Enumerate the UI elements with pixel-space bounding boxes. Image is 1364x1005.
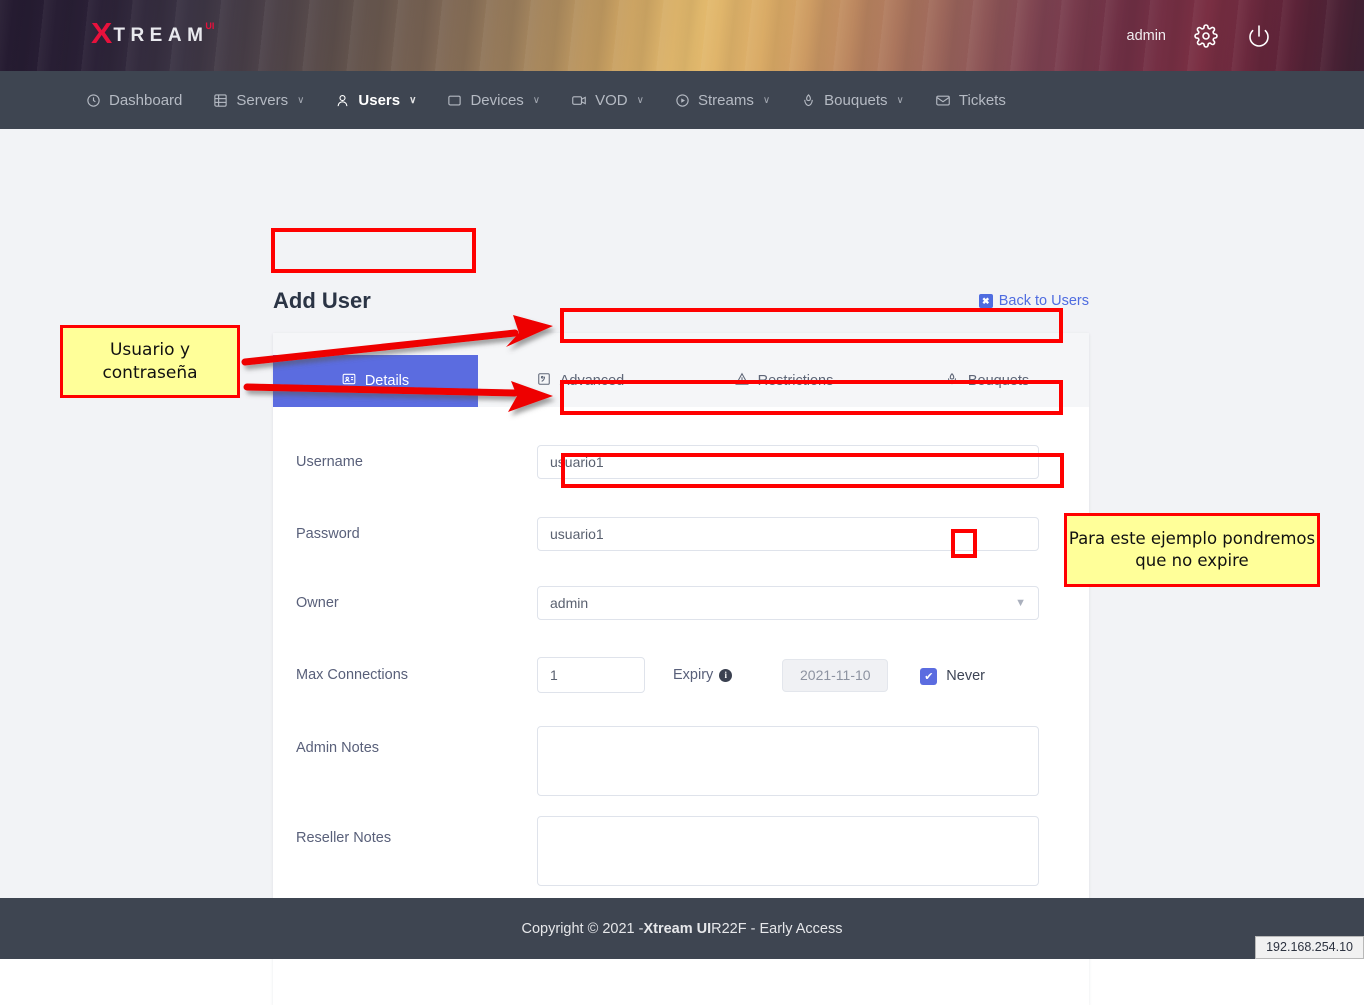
nav-item-streams[interactable]: Streams ∨ [675, 92, 770, 109]
back-to-users-link[interactable]: ✖ Back to Users [979, 293, 1089, 309]
never-expire-group: ✔ Never [920, 666, 985, 685]
envelope-icon [935, 93, 951, 108]
back-link-label: Back to Users [999, 293, 1089, 309]
tab-bar: Details Advanced Restrictions Bouquets [273, 355, 1089, 407]
nav-label: Users [358, 92, 400, 109]
field-row-password: Password [273, 517, 1089, 551]
tab-label: Details [365, 373, 409, 389]
max-connections-label: Max Connections [273, 667, 537, 683]
tab-restrictions[interactable]: Restrictions [683, 355, 885, 407]
id-card-icon [342, 372, 356, 390]
power-icon[interactable] [1246, 23, 1272, 49]
owner-label: Owner [273, 586, 537, 611]
page-title: Add User [273, 288, 371, 314]
chevron-down-icon: ∨ [297, 95, 304, 106]
nav-item-users[interactable]: Users ∨ [335, 92, 416, 109]
tab-label: Restrictions [758, 373, 834, 389]
max-connections-input[interactable] [537, 657, 645, 693]
user-icon [335, 93, 350, 108]
footer-suffix: R22F - Early Access [711, 921, 842, 937]
logo-x-mark: X [91, 20, 112, 49]
nav-item-vod[interactable]: VOD ∨ [571, 92, 644, 109]
username-label: Username [273, 445, 537, 470]
app-header: X TREAM UI admin [0, 0, 1364, 71]
nav-item-devices[interactable]: Devices ∨ [447, 92, 540, 109]
main-navigation: Dashboard Servers ∨ Users ∨ Devices ∨ VO… [0, 71, 1364, 129]
nav-label: Bouquets [824, 92, 887, 109]
admin-notes-textarea[interactable] [537, 726, 1039, 796]
nav-label: Tickets [959, 92, 1006, 109]
annotation-user-password: Usuario y contraseña [60, 325, 240, 398]
app-logo[interactable]: X TREAM UI [92, 20, 214, 49]
tulip-icon [945, 372, 959, 390]
nav-label: VOD [595, 92, 628, 109]
warning-icon [735, 372, 749, 390]
tab-details[interactable]: Details [273, 355, 478, 407]
device-icon [447, 93, 462, 108]
page-header-row: Add User ✖ Back to Users [273, 281, 1089, 321]
tulip-icon [801, 93, 816, 108]
nav-label: Streams [698, 92, 754, 109]
page-footer: Copyright © 2021 - Xtream UI R22F - Earl… [0, 898, 1364, 959]
sliders-icon [537, 372, 551, 390]
expiry-date-field[interactable]: 2021-11-10 [782, 659, 888, 692]
expiry-label: Expiry [673, 667, 713, 683]
header-actions: admin [1127, 0, 1273, 71]
footer-brand: Xtream UI [643, 921, 711, 937]
add-user-form: Username Password Owner admin ▼ Max Conn… [273, 407, 1089, 942]
nav-label: Servers [236, 92, 288, 109]
never-label: Never [946, 668, 985, 684]
field-row-username: Username [273, 445, 1089, 479]
expiry-label-group: Expiry i [673, 667, 732, 683]
nav-item-tickets[interactable]: Tickets [935, 92, 1006, 109]
password-input[interactable] [537, 517, 1039, 551]
close-icon: ✖ [979, 294, 993, 308]
server-icon [213, 93, 228, 108]
chevron-down-icon: ∨ [533, 95, 540, 106]
current-user-label: admin [1127, 28, 1167, 44]
logo-superscript: UI [205, 21, 214, 31]
nav-item-servers[interactable]: Servers ∨ [213, 92, 304, 109]
reseller-notes-textarea[interactable] [537, 816, 1039, 886]
password-label: Password [273, 517, 537, 542]
tab-advanced[interactable]: Advanced [478, 355, 683, 407]
chevron-down-icon: ∨ [637, 95, 644, 106]
chevron-down-icon: ∨ [763, 95, 770, 106]
gauge-icon [86, 93, 101, 108]
field-row-reseller-notes: Reseller Notes [273, 816, 1089, 886]
tab-bouquets[interactable]: Bouquets [885, 355, 1089, 407]
nav-label: Devices [470, 92, 523, 109]
play-circle-icon [675, 93, 690, 108]
annotation-no-expire: Para este ejemplo pondremos que no expir… [1064, 513, 1320, 587]
gear-icon[interactable] [1193, 23, 1219, 49]
field-row-admin-notes: Admin Notes [273, 726, 1089, 796]
tab-strip-spacer [273, 333, 1089, 355]
video-icon [571, 93, 587, 108]
nav-item-dashboard[interactable]: Dashboard [86, 92, 182, 109]
admin-notes-label: Admin Notes [273, 726, 537, 756]
nav-item-bouquets[interactable]: Bouquets ∨ [801, 92, 904, 109]
reseller-notes-label: Reseller Notes [273, 816, 537, 846]
username-input[interactable] [537, 445, 1039, 479]
footer-prefix: Copyright © 2021 - [522, 921, 644, 937]
chevron-down-icon: ∨ [409, 95, 416, 106]
chevron-down-icon: ∨ [897, 95, 904, 106]
owner-select[interactable]: admin ▼ [537, 586, 1039, 620]
logo-wordmark: TREAM [113, 26, 208, 45]
status-bar-url: 192.168.254.10 [1255, 936, 1364, 959]
field-row-owner: Owner admin ▼ [273, 586, 1089, 620]
never-checkbox[interactable]: ✔ [920, 668, 937, 685]
chevron-down-icon: ▼ [1015, 597, 1026, 609]
info-icon[interactable]: i [719, 669, 732, 682]
tab-label: Bouquets [968, 373, 1029, 389]
tab-label: Advanced [560, 373, 625, 389]
field-row-connections-expiry: Max Connections Expiry i 2021-11-10 ✔ Ne… [273, 657, 1089, 693]
nav-label: Dashboard [109, 92, 182, 109]
owner-selected-value: admin [550, 595, 588, 611]
